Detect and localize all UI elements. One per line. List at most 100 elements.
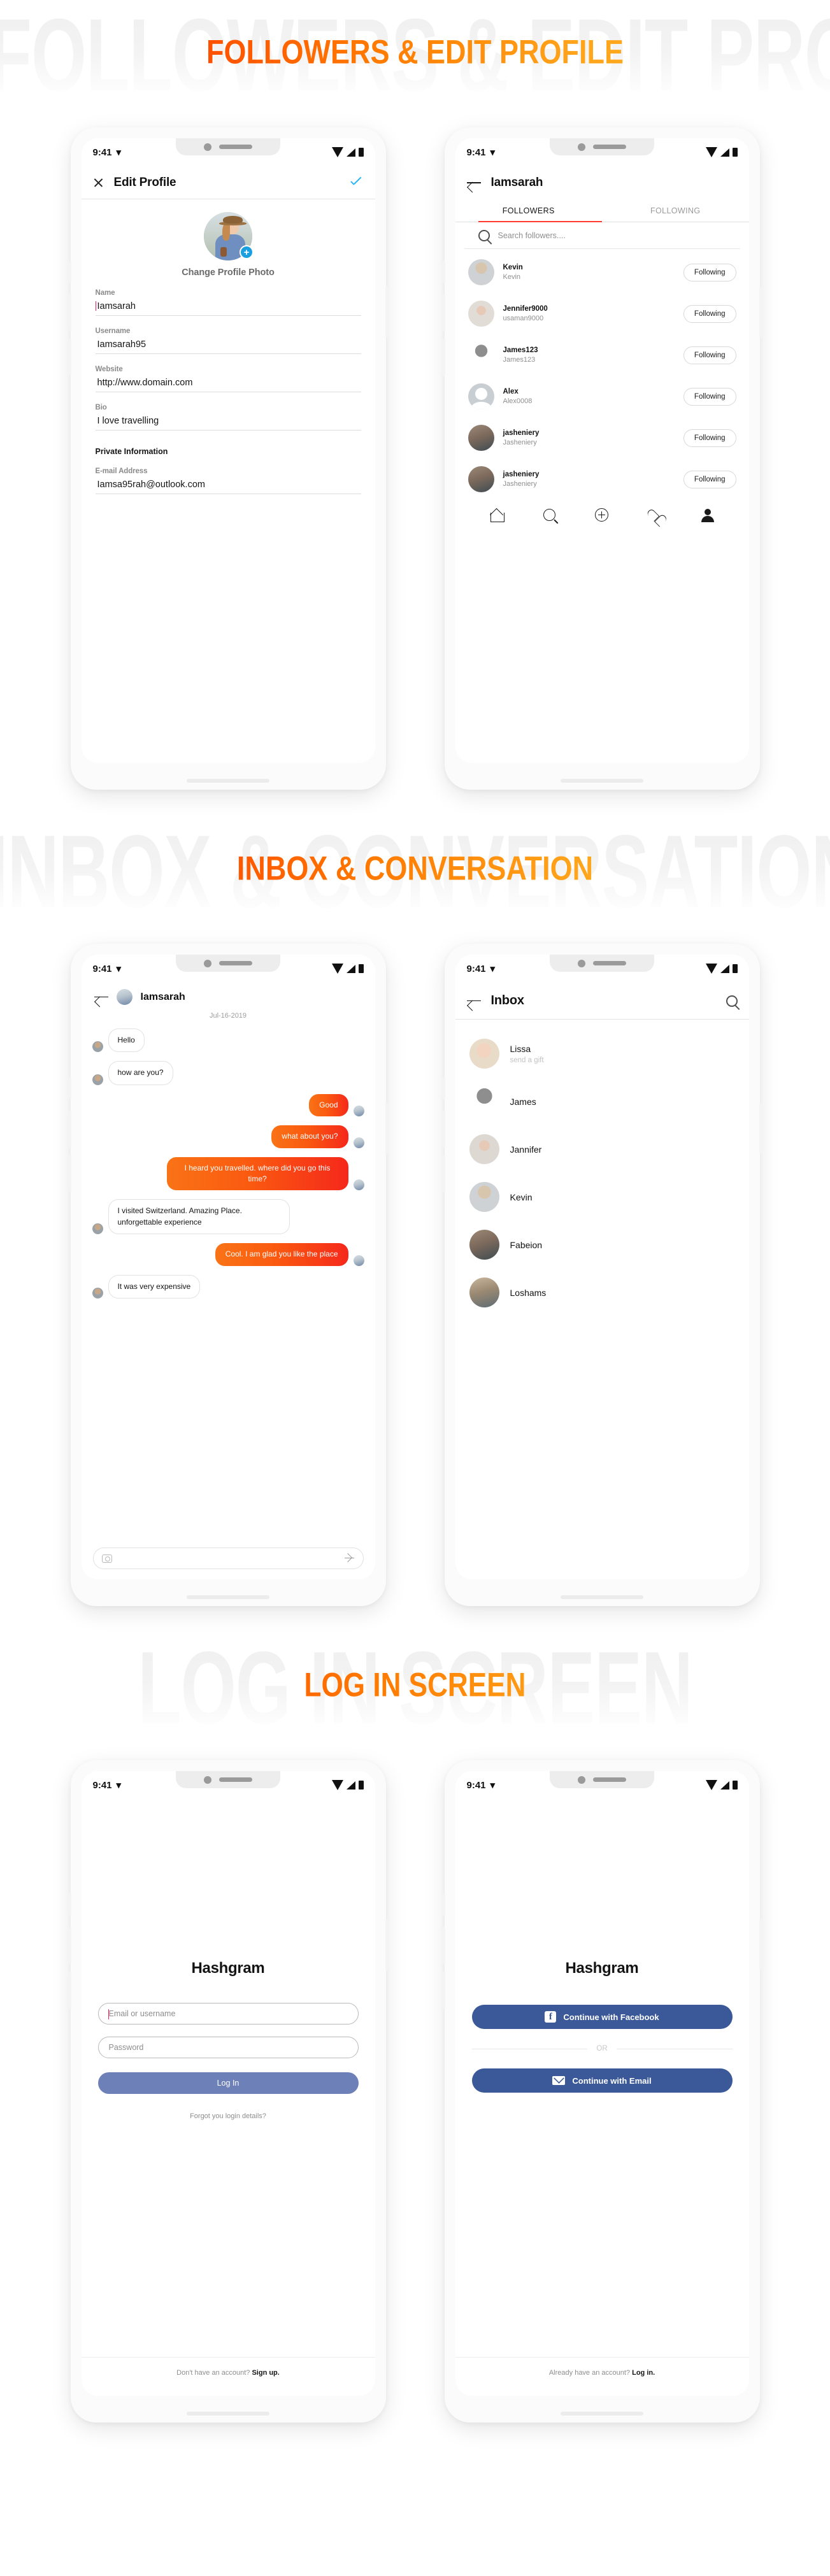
avatar (469, 1277, 499, 1307)
login-link[interactable]: Log in. (632, 2369, 655, 2377)
phone-button (441, 1972, 445, 2009)
following-button[interactable]: Following (683, 429, 736, 447)
following-button[interactable]: Following (683, 346, 736, 364)
field-email[interactable]: E-mail Address Iamsa95rah@outlook.com (95, 467, 361, 494)
phone-button (68, 339, 71, 376)
battery-icon (732, 964, 738, 973)
message-row: It was very expensive (92, 1274, 364, 1299)
list-item[interactable]: Kevin (469, 1173, 735, 1221)
following-button[interactable]: Following (683, 387, 736, 406)
clock: 9:41 (92, 1779, 112, 1791)
screen: 9:41 ▾ Iamsarah FOLLOWERS FOLLOWING Sear… (455, 138, 749, 763)
field-name[interactable]: Name Iamsarah (95, 289, 361, 316)
phone-button (68, 1078, 71, 1099)
field-username[interactable]: Username Iamsarah95 (95, 327, 361, 354)
avatar (353, 1179, 364, 1191)
phone-button (441, 1078, 445, 1099)
section-title: LOG IN SCREEN (8, 1665, 822, 1704)
forgot-password-link[interactable]: Forgot you login details? (98, 2112, 359, 2120)
avatar[interactable]: + (204, 212, 254, 260)
message-row: how are you? (92, 1061, 364, 1085)
list-item[interactable]: Jennifer9000 usaman9000 Following (468, 293, 736, 334)
heart-icon[interactable] (648, 509, 662, 522)
phone-button (68, 1927, 71, 1964)
add-post-icon[interactable] (594, 508, 608, 522)
list-item[interactable]: Loshams (469, 1269, 735, 1316)
profile-icon[interactable] (701, 508, 714, 522)
back-arrow-icon[interactable] (94, 992, 108, 1002)
speaker-grill-icon (593, 145, 626, 149)
list-item[interactable]: James123 James123 Following (468, 334, 736, 376)
message-list: Hello how are you? Good what about you? (82, 1020, 375, 1299)
list-item[interactable]: jasheniery Jasheniery Following (468, 459, 736, 500)
bio-input[interactable]: I love travelling (96, 416, 361, 426)
camera-icon[interactable] (101, 1554, 112, 1563)
phone-button (441, 1111, 445, 1148)
email-or-username-input[interactable]: Email or username (97, 2003, 359, 2025)
search-icon[interactable] (543, 509, 556, 521)
add-photo-badge-icon[interactable]: + (240, 245, 254, 259)
list-item[interactable]: Lissa send a gift (469, 1030, 735, 1078)
list-item[interactable]: Fabeion (469, 1221, 735, 1269)
signup-link[interactable]: Sign up. (252, 2369, 279, 2377)
alarm-icon: ▾ (490, 147, 496, 158)
avatar (468, 425, 494, 451)
continue-with-email-button[interactable]: Continue with Email (471, 2068, 733, 2093)
close-icon[interactable] (93, 177, 104, 188)
front-camera-icon (578, 959, 585, 967)
following-button[interactable]: Following (683, 304, 736, 323)
search-followers-field[interactable]: Search followers.... (464, 222, 740, 249)
section-login-screen: LOG IN SCREEN LOG IN SCREEN 9:41 ▾ (0, 1633, 830, 2423)
avatar (92, 1074, 103, 1085)
back-arrow-icon[interactable] (466, 178, 481, 188)
clock: 9:41 (466, 1779, 486, 1791)
conversation-date: Jul-16-2019 (209, 1012, 247, 1020)
list-item[interactable]: Alex Alex0008 Following (468, 376, 736, 417)
name-input[interactable]: Iamsarah (95, 301, 361, 311)
field-bio[interactable]: Bio I love travelling (95, 404, 361, 431)
following-button[interactable]: Following (683, 263, 736, 281)
notch (550, 1771, 654, 1788)
search-input[interactable]: Search followers.... (498, 231, 566, 240)
avatar (469, 1182, 499, 1212)
back-arrow-icon[interactable] (466, 996, 481, 1006)
wifi-icon (705, 964, 717, 974)
followers-appbar: Iamsarah (455, 166, 749, 199)
phone-button (385, 1919, 389, 1970)
avatar-placeholder-icon (468, 383, 494, 409)
password-input[interactable]: Password (97, 2037, 359, 2058)
list-item[interactable]: jasheniery Jasheniery Following (468, 417, 736, 459)
login-prompt-text: Already have an account? (548, 2369, 633, 2377)
website-input[interactable]: http://www.domain.com (96, 378, 361, 388)
send-icon[interactable] (344, 1555, 355, 1562)
email-input[interactable]: Iamsa95rah@outlook.com (96, 480, 361, 490)
follower-handle: Alex0008 (503, 397, 533, 405)
field-website[interactable]: Website http://www.domain.com (95, 366, 361, 392)
search-icon[interactable] (726, 995, 738, 1007)
confirm-check-icon[interactable] (350, 179, 364, 187)
list-item[interactable]: Jannifer (469, 1125, 735, 1173)
home-icon[interactable] (490, 509, 505, 522)
tab-followers[interactable]: FOLLOWERS (455, 199, 603, 222)
tab-following[interactable]: FOLLOWING (602, 199, 749, 222)
change-profile-photo-label[interactable]: Change Profile Photo (96, 267, 361, 278)
battery-icon (358, 964, 364, 973)
field-label: Username (95, 327, 131, 335)
message-composer[interactable] (92, 1548, 364, 1569)
message-row: I heard you travelled. where did you go … (92, 1156, 364, 1191)
avatar (353, 1255, 364, 1266)
message-row: Good (92, 1093, 364, 1117)
follower-name: Jennifer9000 (503, 305, 548, 313)
phone-login: 9:41 ▾ Hashgram Email or username Passwo… (68, 1760, 389, 2423)
avatar (92, 1287, 103, 1299)
list-item[interactable]: Kevin Kevin Following (468, 252, 736, 293)
list-item[interactable]: James (469, 1078, 735, 1125)
phone-button (441, 261, 445, 283)
avatar[interactable] (116, 989, 132, 1005)
username-input[interactable]: Iamsarah95 (96, 339, 361, 350)
status-left: 9:41 ▾ (467, 963, 496, 975)
login-button[interactable]: Log In (97, 2072, 359, 2094)
front-camera-icon (204, 143, 211, 151)
continue-with-facebook-button[interactable]: f Continue with Facebook (471, 2005, 733, 2029)
following-button[interactable]: Following (683, 470, 736, 488)
